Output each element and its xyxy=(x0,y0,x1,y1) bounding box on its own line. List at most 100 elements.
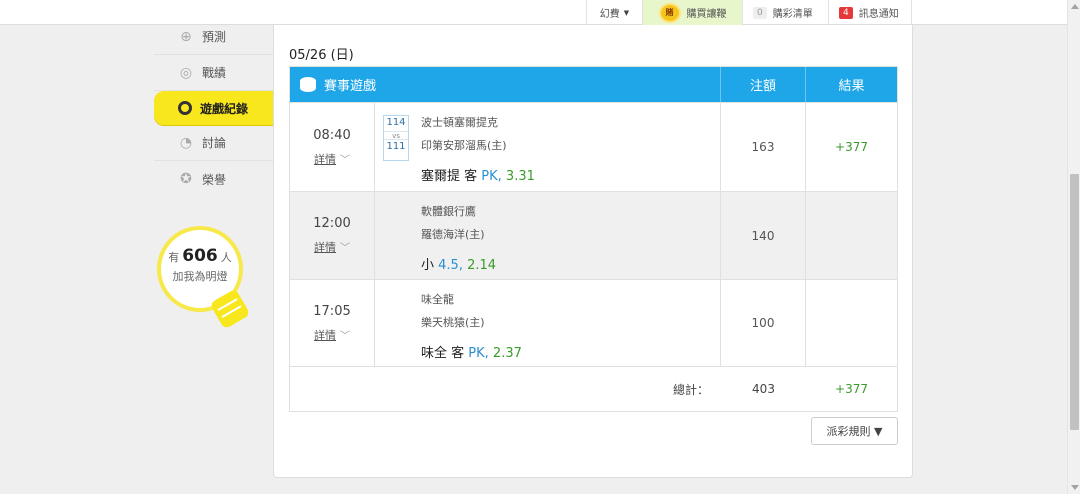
detail-label: 詳情 xyxy=(314,241,336,254)
detail-link[interactable]: 詳情 ﹀ xyxy=(314,151,350,167)
sidebar-item-label: 榮譽 xyxy=(202,172,227,187)
fans-suffix: 人 xyxy=(220,251,232,264)
away-team: 波士頓塞爾提克 xyxy=(421,116,498,129)
scroll-up-icon[interactable] xyxy=(1071,4,1079,9)
bet-amount: 163 xyxy=(721,103,806,191)
time-cell: 12:00 詳情 ﹀ xyxy=(290,192,375,279)
cart-button[interactable]: 0 購彩清單 xyxy=(742,0,828,25)
game-time: 12:00 xyxy=(313,216,351,231)
pick-text: 塞爾提 客 xyxy=(421,169,478,184)
pick-side: PK, xyxy=(468,346,489,361)
sidebar-item-predict[interactable]: ⊕ 預測 xyxy=(154,19,274,55)
score-home: 111 xyxy=(386,141,406,152)
chevron-down-icon: ﹀ xyxy=(340,330,350,342)
sidebar-item-label: 討論 xyxy=(202,136,227,150)
fans-count: 606 xyxy=(182,246,218,266)
game-record-panel: 05/26 (日) 賽事遊戲 注額 結果 08:40 詳情﹀ 114 vs 1 xyxy=(273,25,913,478)
pick-odds: 2.37 xyxy=(492,346,522,361)
detail-link[interactable]: 詳情 ﹀ xyxy=(314,327,350,343)
header-game: 賽事遊戲 xyxy=(290,67,721,102)
table-row: 17:05 詳情 ﹀ 味全龍 樂天桃猿(主) 味全 客 PK, 2.37 100 xyxy=(290,279,897,366)
detail-label: 詳情 xyxy=(314,328,336,342)
header-result: 結果 xyxy=(838,79,865,94)
cart-count-badge: 0 xyxy=(753,6,767,19)
result-value: +377 xyxy=(835,140,868,154)
bet-pick: 小 4.5, 2.14 xyxy=(383,254,720,273)
page-scrollbar[interactable] xyxy=(1067,0,1080,494)
header-bet: 注額 xyxy=(721,67,806,102)
result-value xyxy=(806,280,897,366)
table-row: 12:00 詳情 ﹀ 軟體銀行鷹 羅德海洋(主) 小 4.5, 2.14 140 xyxy=(290,191,897,279)
bet-pick: 塞爾提 客 PK, 3.31 xyxy=(383,165,720,184)
game-record-table: 賽事遊戲 注額 結果 08:40 詳情 ﹀ 114 vs 111 波士頓塞爾提克… xyxy=(289,66,898,412)
pick-text: 小 xyxy=(421,258,435,273)
notice-count-badge: 4 xyxy=(839,6,853,19)
total-row: 總計： 403 +377 xyxy=(290,366,897,411)
table-header: 賽事遊戲 注額 結果 xyxy=(290,67,897,102)
buy-label: 購買讓鞭 xyxy=(686,9,727,20)
home-team: 羅德海洋(主) xyxy=(421,228,485,241)
detail-link[interactable]: 詳情 ﹀ xyxy=(314,239,350,255)
chart-icon: ◎ xyxy=(179,64,193,81)
chat-icon: ◔ xyxy=(179,134,193,151)
game-time: 08:40 xyxy=(313,127,351,143)
total-label: 總計： xyxy=(672,382,709,397)
record-date: 05/26 (日) xyxy=(289,48,354,63)
total-bet: 403 xyxy=(752,382,775,396)
pick-text: 味全 客 xyxy=(421,346,465,361)
sidebar-item-label: 預測 xyxy=(202,30,227,44)
chevron-down-icon: ﹀ xyxy=(340,154,350,166)
fans-prefix: 有 xyxy=(168,251,180,264)
time-cell: 08:40 詳情 ﹀ xyxy=(290,103,375,191)
notice-button[interactable]: 4 訊息通知 xyxy=(828,0,912,25)
cart-label: 購彩清單 xyxy=(772,9,813,20)
buy-button[interactable]: 賭 購買讓鞭 xyxy=(642,0,742,25)
target-icon: ⊕ xyxy=(180,28,192,45)
sidebar-item-honor[interactable]: ✪ 榮譽 xyxy=(154,161,274,197)
away-team: 味全龍 xyxy=(421,293,454,306)
result-value xyxy=(806,192,897,279)
sidebar-item-games[interactable]: 遊戲紀錄 xyxy=(154,91,274,125)
vs-label: vs xyxy=(384,131,408,140)
bet-pick: 味全 客 PK, 2.37 xyxy=(383,342,720,361)
caret-down-icon: ▼ xyxy=(623,8,630,17)
bet-amount: 100 xyxy=(721,280,806,366)
table-row: 08:40 詳情 ﹀ 114 vs 111 波士頓塞爾提克 印第安那溜馬(主) xyxy=(290,102,897,191)
payout-rules-button[interactable]: 派彩規則 ▼ xyxy=(811,417,898,445)
scrollbar-thumb[interactable] xyxy=(1070,174,1079,430)
notice-label: 訊息通知 xyxy=(858,9,899,20)
pick-odds: 2.14 xyxy=(467,258,497,273)
pick-side: 4.5, xyxy=(438,258,463,273)
score-away: 114 xyxy=(386,117,406,128)
match-cell: 味全龍 樂天桃猿(主) 味全 客 PK, 2.37 xyxy=(375,280,721,366)
ring-icon xyxy=(178,101,192,115)
fantasy-menu[interactable]: 幻費 ▼ xyxy=(586,0,642,25)
chevron-down-icon: ﹀ xyxy=(340,243,350,254)
lightbulb-icon xyxy=(209,288,251,330)
home-team: 樂天桃猿(主) xyxy=(421,316,485,329)
away-team: 軟體銀行鷹 xyxy=(421,205,476,218)
sidebar-item-label: 戰績 xyxy=(202,66,227,80)
scroll-down-icon[interactable] xyxy=(1071,485,1079,490)
sidebar-item-record[interactable]: ◎ 戰績 xyxy=(154,55,274,91)
fans-caption: 加我為明燈 xyxy=(172,270,228,283)
match-cell: 軟體銀行鷹 羅德海洋(主) 小 4.5, 2.14 xyxy=(375,192,721,279)
time-cell: 17:05 詳情 ﹀ xyxy=(290,280,375,366)
coin-icon: 賭 xyxy=(658,2,681,23)
sidebar-item-label: 遊戲紀錄 xyxy=(200,101,249,116)
total-result: +377 xyxy=(835,382,868,396)
header-game-label: 賽事遊戲 xyxy=(324,79,377,94)
pick-side: PK, xyxy=(481,169,502,184)
sidebar-item-discuss[interactable]: ◔ 討論 xyxy=(154,125,274,161)
fans-badge: 有 606 人 加我為明燈 xyxy=(157,226,251,330)
pick-odds: 3.31 xyxy=(505,169,535,184)
detail-label: 詳情 xyxy=(314,152,336,166)
match-cell: 114 vs 111 波士頓塞爾提克 印第安那溜馬(主) 塞爾提 客 PK, 3… xyxy=(375,103,721,191)
database-icon xyxy=(300,77,316,92)
fantasy-label: 幻費 xyxy=(599,9,620,20)
sidebar: ⊕ 預測 ◎ 戰績 遊戲紀錄 ◔ 討論 ✪ 榮譽 有 606 人 加我為明燈 xyxy=(154,25,274,494)
score-box: 114 vs 111 xyxy=(383,115,409,161)
bet-amount: 140 xyxy=(721,192,806,279)
game-time: 17:05 xyxy=(313,303,351,319)
home-team: 印第安那溜馬(主) xyxy=(421,139,507,152)
